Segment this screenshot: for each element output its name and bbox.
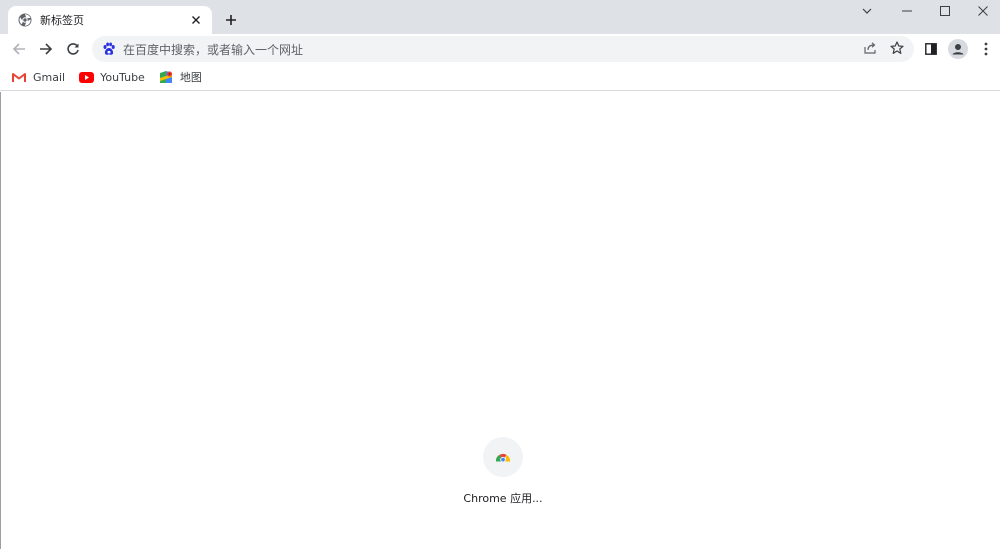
more-options-icon[interactable] [975, 38, 997, 60]
omnibox-placeholder: 在百度中搜索，或者输入一个网址 [123, 42, 304, 57]
minimize-icon[interactable] [888, 0, 926, 22]
maximize-icon[interactable] [926, 0, 964, 22]
maps-icon [159, 70, 175, 84]
side-panel-icon[interactable] [920, 38, 942, 60]
close-window-icon[interactable] [964, 0, 1000, 22]
youtube-icon [79, 70, 95, 84]
forward-arrow-icon[interactable] [35, 38, 57, 60]
chrome-globe-icon [18, 13, 32, 27]
profile-avatar-icon[interactable] [947, 38, 969, 60]
bookmark-label: 地图 [179, 71, 202, 84]
new-tab-page: Chrome 应用... [0, 92, 1000, 549]
tab-search-chevron-down-icon[interactable] [848, 0, 886, 22]
shortcut-tile[interactable] [483, 437, 523, 477]
bookmark-star-icon[interactable] [887, 38, 907, 58]
bookmark-maps[interactable]: 地图 [159, 67, 202, 87]
bookmark-label: YouTube [100, 70, 145, 84]
tab-title: 新标签页 [40, 14, 84, 27]
back-arrow-icon[interactable] [8, 38, 30, 60]
gmail-icon [12, 70, 28, 84]
baidu-icon [102, 42, 116, 56]
reload-icon[interactable] [62, 38, 84, 60]
share-icon[interactable] [860, 38, 880, 58]
shortcut-label: Chrome 应用... [463, 492, 543, 505]
bookmark-youtube[interactable]: YouTube [79, 67, 145, 87]
toolbar: 在百度中搜索，或者输入一个网址 [0, 34, 1000, 64]
tab-new-tab[interactable]: 新标签页 [8, 6, 212, 34]
chrome-web-store-icon [495, 450, 511, 465]
bookmarks-bar: Gmail YouTube 地图 [0, 64, 1000, 91]
new-tab-button[interactable] [220, 9, 242, 31]
tab-strip: 新标签页 [0, 0, 1000, 34]
bookmark-gmail[interactable]: Gmail [12, 67, 65, 87]
omnibox[interactable]: 在百度中搜索，或者输入一个网址 [92, 36, 914, 62]
bookmark-label: Gmail [33, 70, 66, 84]
tab-close-icon[interactable] [188, 12, 204, 28]
shortcut-chrome-web-store[interactable]: Chrome 应用... [453, 434, 553, 514]
